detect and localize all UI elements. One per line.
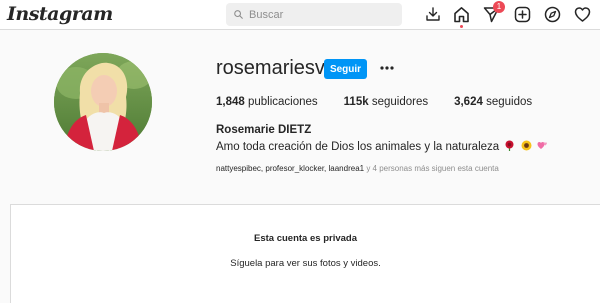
home-icon[interactable]: [452, 5, 470, 23]
private-account-subtitle: Síguela para ver sus fotos y videos.: [230, 258, 381, 269]
following-stat[interactable]: 3,624 seguidos: [454, 96, 532, 108]
posts-count: 1,848: [216, 96, 245, 108]
followers-count: 115k: [343, 96, 369, 108]
home-active-dot: [460, 25, 463, 28]
following-count: 3,624: [454, 96, 483, 108]
notification-badge: 1: [493, 1, 505, 13]
follow-button[interactable]: Seguir: [324, 59, 367, 79]
profile-stats: 1,848 publicaciones 115k seguidores 3,62…: [216, 96, 558, 108]
explore-icon[interactable]: [543, 5, 561, 23]
profile-avatar[interactable]: [54, 53, 152, 151]
followed-by-suffix: y 4 personas más siguen esta cuenta: [364, 164, 499, 173]
posts-label: publicaciones: [247, 96, 318, 108]
posts-stat: 1,848 publicaciones: [216, 96, 318, 108]
search-input[interactable]: [249, 8, 399, 21]
followers-stat[interactable]: 115k seguidores: [344, 96, 428, 108]
top-navigation-bar: Instagram 1: [0, 0, 600, 30]
search-box[interactable]: [226, 3, 402, 26]
more-options-icon[interactable]: [378, 58, 396, 78]
download-icon[interactable]: [424, 5, 442, 23]
new-post-icon[interactable]: [513, 5, 531, 23]
bio-text: Amo toda creación de Dios los animales y…: [216, 141, 500, 154]
sunflower-emoji-icon: [521, 140, 532, 154]
hearts-emoji-icon: [537, 140, 548, 154]
profile-bio: Amo toda creación de Dios los animales y…: [216, 140, 548, 154]
private-account-title: Esta cuenta es privada: [254, 233, 357, 244]
followed-by-names[interactable]: nattyespibec, profesor_klocker, laandrea…: [216, 164, 364, 173]
search-icon: [234, 10, 243, 19]
profile-username: rosemariesv: [216, 57, 325, 79]
rose-emoji-icon: [504, 140, 515, 154]
followers-label: seguidores: [371, 96, 429, 108]
following-label: seguidos: [486, 96, 533, 108]
profile-full-name: Rosemarie DIETZ: [216, 124, 312, 136]
followed-by-line[interactable]: nattyespibec, profesor_klocker, laandrea…: [216, 164, 499, 173]
heart-icon[interactable]: [573, 5, 591, 23]
private-account-panel: Esta cuenta es privada Síguela para ver …: [10, 204, 600, 303]
instagram-logo[interactable]: Instagram: [7, 3, 113, 25]
